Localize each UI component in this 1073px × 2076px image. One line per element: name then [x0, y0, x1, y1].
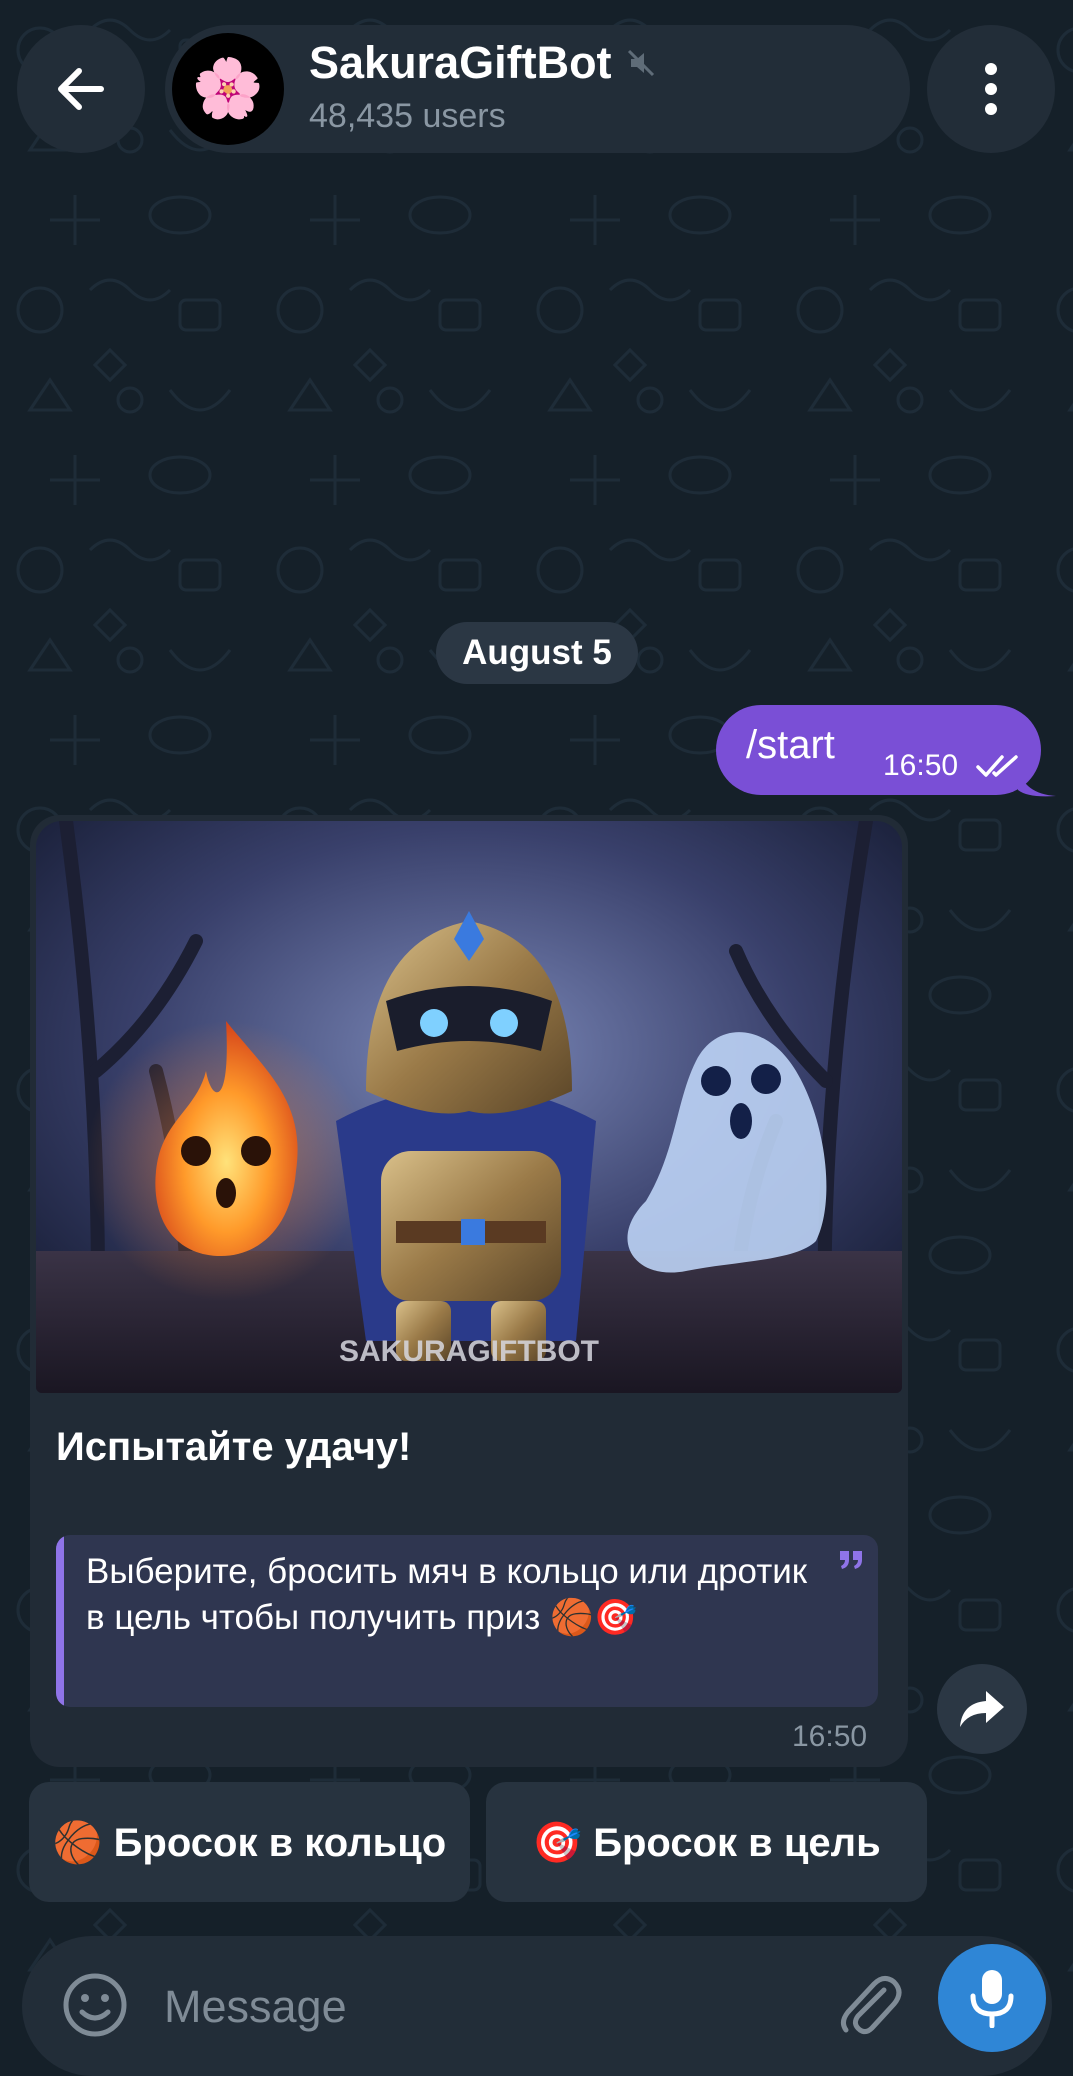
- message-composer: [22, 1936, 1052, 2076]
- dart-throw-button[interactable]: 🎯 Бросок в цель: [486, 1782, 927, 1902]
- microphone-icon: [970, 1970, 1014, 2028]
- incoming-message[interactable]: SAKURAGIFTBOT Испытайте удачу! Выберите,…: [30, 815, 908, 1767]
- message-time: 16:50: [883, 749, 959, 782]
- avatar-emoji: 🌸: [191, 56, 265, 121]
- outgoing-message[interactable]: /start 16:50: [716, 705, 1041, 795]
- message-heading: Испытайте удачу!: [56, 1425, 412, 1469]
- back-button[interactable]: [17, 25, 145, 153]
- paperclip-icon[interactable]: [832, 1968, 908, 2044]
- knight-illustration: SAKURAGIFTBOT: [36, 821, 902, 1393]
- message-photo[interactable]: SAKURAGIFTBOT: [36, 821, 902, 1393]
- chat-info-header[interactable]: 🌸 SakuraGiftBot 48,435 users: [165, 25, 910, 153]
- message-time: 16:50: [792, 1720, 868, 1753]
- bubble-tail: [1018, 768, 1056, 797]
- chat-title-text: SakuraGiftBot: [309, 37, 612, 88]
- quote-text: Выберите, бросить мяч в кольцо или дроти…: [86, 1552, 808, 1637]
- more-options-button[interactable]: [927, 25, 1055, 153]
- chat-subtitle: 48,435 users: [309, 97, 506, 135]
- image-watermark: SAKURAGIFTBOT: [339, 1335, 599, 1368]
- chat-title: SakuraGiftBot: [309, 37, 656, 89]
- voice-record-button[interactable]: [938, 1944, 1046, 2052]
- message-text: /start: [746, 723, 835, 767]
- forward-button[interactable]: [937, 1664, 1027, 1754]
- muted-speaker-icon: [627, 49, 654, 77]
- basketball-throw-button[interactable]: 🏀 Бросок в кольцо: [29, 1782, 470, 1902]
- quote-icon: [840, 1551, 862, 1569]
- arrow-left-icon: [58, 68, 104, 110]
- message-input[interactable]: [162, 1966, 806, 2048]
- blockquote: Выберите, бросить мяч в кольцо или дроти…: [56, 1535, 878, 1707]
- date-separator: August 5: [436, 622, 638, 684]
- double-check-icon: [976, 755, 1018, 777]
- quote-accent-bar: [56, 1535, 64, 1707]
- emoji-icon[interactable]: [54, 1964, 136, 2046]
- more-vertical-icon: [985, 63, 997, 115]
- bot-avatar: 🌸: [172, 33, 284, 145]
- forward-arrow-icon: [960, 1691, 1004, 1727]
